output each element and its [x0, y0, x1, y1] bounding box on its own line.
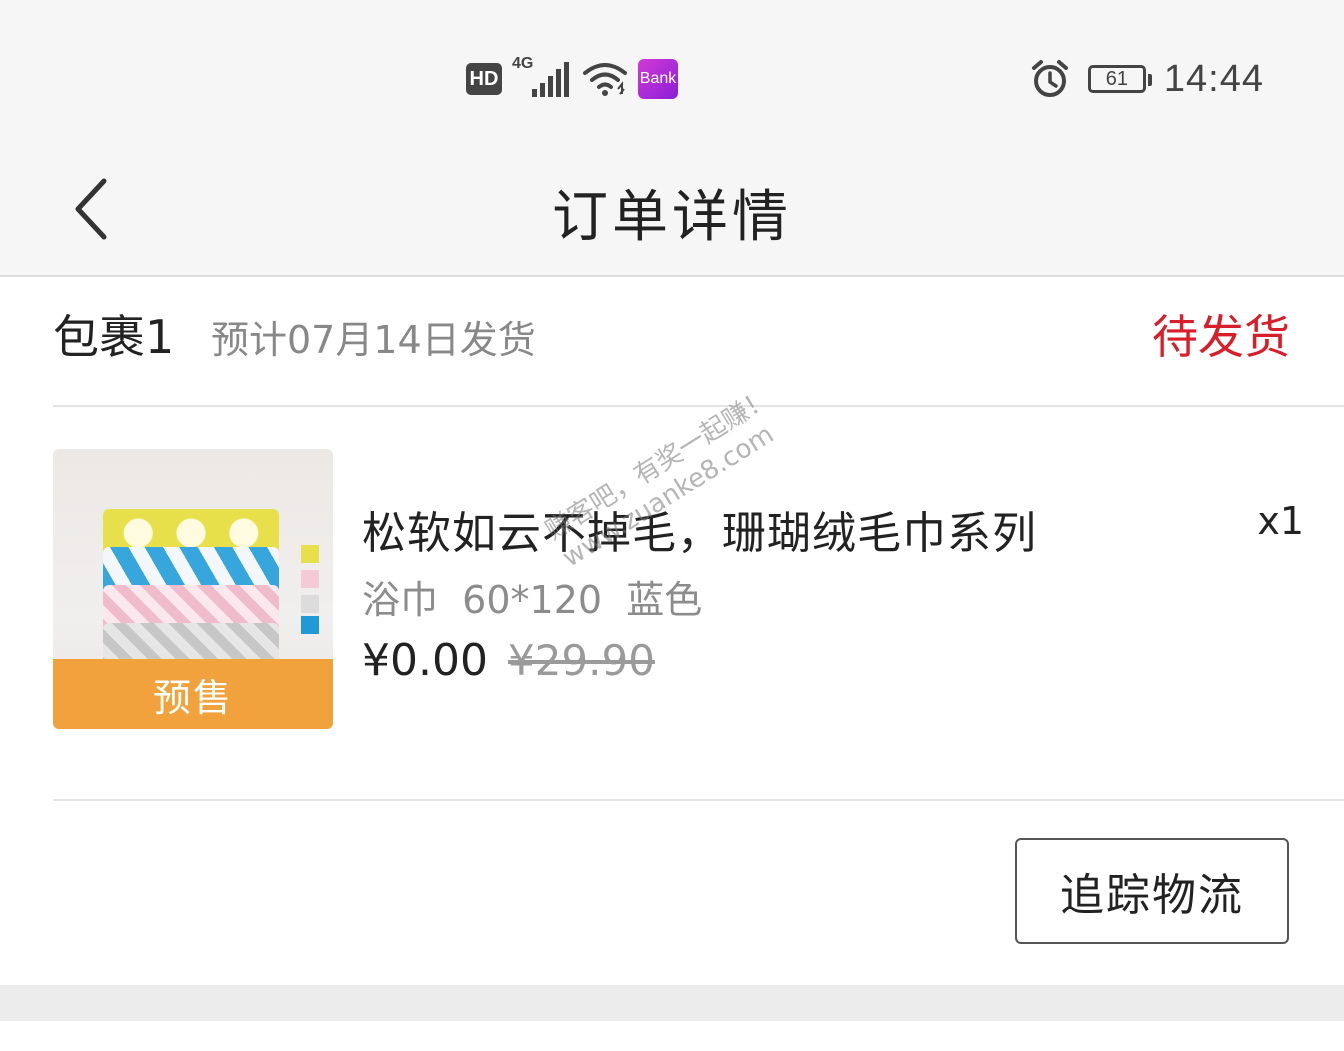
order-item[interactable]: 预售 松软如云不掉毛，珊瑚绒毛巾系列 x1 浴巾 60*120 蓝色 ¥0.00…	[53, 407, 1344, 801]
presale-tag: 预售	[53, 659, 333, 729]
color-swatch-pink	[301, 570, 319, 588]
signal-icon: 4G	[512, 55, 572, 99]
wifi-icon	[582, 59, 628, 99]
battery-icon: 61	[1087, 65, 1152, 93]
color-swatch-blue	[301, 616, 319, 634]
product-original-price: ¥29.90	[507, 636, 655, 685]
track-logistics-button[interactable]: 追踪物流	[1015, 838, 1289, 944]
product-spec: 浴巾 60*120 蓝色	[362, 578, 703, 622]
nav-bar: 订单详情	[0, 150, 1344, 277]
product-price: ¥0.00	[362, 635, 488, 686]
package-name: 包裹1	[53, 310, 175, 364]
hd-icon: HD	[466, 63, 502, 95]
status-indicators: HD 4G Bank	[466, 55, 678, 102]
package-eta: 预计07月14日发货	[211, 318, 536, 362]
color-swatch-grey	[301, 595, 319, 613]
color-swatch-yellow	[301, 545, 319, 563]
status-bar: HD 4G Bank 61 14:44	[0, 0, 1344, 150]
product-title[interactable]: 松软如云不掉毛，珊瑚绒毛巾系列	[362, 497, 1037, 561]
status-right: 61 14:44	[1030, 54, 1264, 104]
product-thumbnail[interactable]: 预售	[53, 449, 333, 729]
page-title: 订单详情	[552, 185, 792, 250]
bottom-divider-band	[0, 985, 1344, 1021]
product-quantity: x1	[1257, 499, 1304, 543]
bank-app-icon: Bank	[638, 59, 678, 99]
price-row: ¥0.00 ¥29.90	[362, 635, 655, 686]
alarm-icon	[1030, 59, 1070, 99]
package-status: 待发货	[1152, 310, 1290, 364]
battery-level: 61	[1105, 67, 1129, 90]
clock-time: 14:44	[1163, 57, 1264, 100]
package-header: 包裹1 预计07月14日发货 待发货	[53, 277, 1344, 407]
